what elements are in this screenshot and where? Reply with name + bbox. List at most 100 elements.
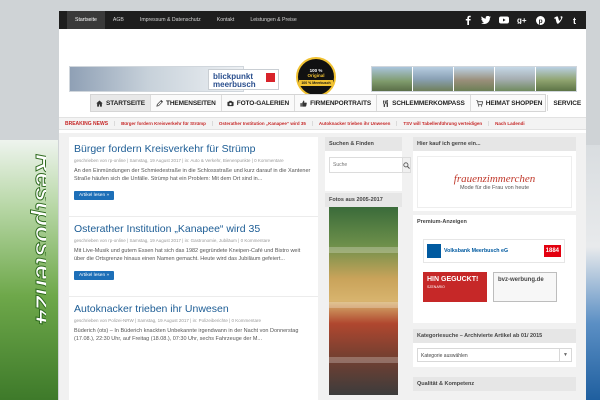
- top-bar: Startseite AGB Impressum & Datenschutz K…: [59, 11, 586, 29]
- topnav-leistungen[interactable]: Leistungen & Preise: [242, 11, 304, 29]
- category-select[interactable]: Kategorie auswählen: [417, 348, 560, 362]
- read-more-button[interactable]: Artikel lesen »: [74, 271, 115, 280]
- ad-brand: frauenzimmerchen: [453, 173, 536, 185]
- article-excerpt: An den Einmündungen der Schmiedestraße i…: [74, 168, 311, 182]
- volksbank-name: Volksbank Meerbusch eG: [444, 248, 509, 254]
- shopping-widget-title: Hier kauf ich gerne ein...: [413, 137, 576, 151]
- article-excerpt: Büderich (ots) – In Büderich knackten Un…: [74, 328, 299, 342]
- original-seal: 100 % Original 100 % Meerbusch: [296, 57, 336, 97]
- hingeguckt-text: HIN GEGUCKT!: [427, 276, 479, 283]
- skin-ad-left-text: Restposten24: [30, 154, 47, 326]
- vimeo-icon[interactable]: [552, 14, 564, 26]
- breaking-news-ticker: BREAKING NEWS Bürger fordern Kreisverkeh…: [59, 117, 586, 130]
- facebook-icon[interactable]: [462, 14, 474, 26]
- photo-detail: [329, 247, 398, 253]
- article-title[interactable]: Bürger fordern Kreisverkehr für Strümp: [74, 143, 312, 155]
- thumbs-up-icon: [300, 99, 307, 107]
- breaking-item[interactable]: TSV will Tabellenführung verteidigen: [396, 121, 488, 126]
- photo-detail: [329, 302, 398, 308]
- nav-label: Foto-Galerien: [236, 99, 290, 107]
- frauenzimmerchen-ad[interactable]: frauenzimmerchen Mode für die Frau von h…: [417, 156, 572, 208]
- header-photo-1: [372, 67, 412, 91]
- nav-service[interactable]: Service: [548, 95, 586, 111]
- nav-foto-galerien[interactable]: Foto-Galerien: [222, 95, 296, 111]
- skin-ad-right[interactable]: [586, 145, 600, 400]
- sidebar-middle: Suchen & Finden Fotos aus 2005-2017: [325, 137, 411, 400]
- cart-icon: [476, 99, 483, 106]
- article-meta: geschrieben von Polizei-NRW | Samstag, 1…: [74, 318, 262, 323]
- photo-gallery-title: Fotos aus 2005-2017: [325, 193, 402, 207]
- article-card: Autoknacker trieben ihr Unwesen geschrie…: [69, 297, 318, 377]
- seal-ribbon: 100 % Meerbusch: [299, 80, 333, 86]
- article-meta: geschrieben von rp-online | Samstag, 19 …: [74, 238, 271, 243]
- content-area: Bürger fordern Kreisverkehr für Strümp g…: [59, 133, 586, 400]
- topnav-kontakt[interactable]: Kontakt: [209, 11, 243, 29]
- site-logo[interactable]: blickpunkt meerbusch: [208, 69, 279, 90]
- googleplus-icon[interactable]: g+: [516, 14, 528, 26]
- nav-startseite[interactable]: Startseite: [91, 95, 151, 111]
- article-card: Osterather Institution „Kanapee“ wird 35…: [69, 217, 318, 297]
- header-banner-left[interactable]: blickpunkt meerbusch: [69, 66, 279, 92]
- article-title[interactable]: Osterather Institution „Kanapee“ wird 35: [74, 223, 312, 235]
- home-icon: [96, 99, 103, 107]
- logo-line2: meerbusch: [213, 80, 256, 89]
- photo-detail: [329, 357, 398, 363]
- breaking-item[interactable]: Autoknacker trieben ihr Unwesen: [311, 121, 397, 126]
- site-container: Startseite AGB Impressum & Datenschutz K…: [59, 11, 586, 400]
- sidebar-right: Hier kauf ich gerne ein... frauenzimmerc…: [413, 137, 576, 400]
- twitter-icon[interactable]: [480, 14, 492, 26]
- social-links: g+ p t: [462, 14, 582, 26]
- tumblr-icon[interactable]: t: [570, 14, 582, 26]
- top-nav: Startseite AGB Impressum & Datenschutz K…: [67, 11, 305, 29]
- chevron-down-icon[interactable]: ▼: [560, 348, 572, 362]
- ad-tagline: Mode für die Frau von heute: [459, 185, 530, 191]
- topnav-impressum[interactable]: Impressum & Datenschutz: [132, 11, 209, 29]
- youtube-icon[interactable]: [498, 14, 510, 26]
- svg-text:t: t: [573, 16, 576, 25]
- nav-themenseiten[interactable]: Themenseiten: [151, 95, 222, 111]
- volksbank-logo: [427, 244, 441, 258]
- premium-ads-title: Premium-Anzeigen: [413, 215, 576, 229]
- read-more-button[interactable]: Artikel lesen »: [74, 191, 115, 200]
- topnav-agb[interactable]: AGB: [105, 11, 132, 29]
- hingeguckt-ad[interactable]: HIN GEGUCKT! SZENARIO: [423, 272, 487, 302]
- breaking-item[interactable]: Bürger fordern Kreisverkehr für Strümp: [114, 121, 212, 126]
- cutlery-icon: [383, 99, 389, 107]
- nav-label: Themenseiten: [165, 99, 216, 107]
- article-title[interactable]: Autoknacker trieben ihr Unwesen: [74, 303, 312, 315]
- shopping-widget: frauenzimmerchen Mode für die Frau von h…: [413, 151, 576, 211]
- bvz-text: bvz-werbung.de: [498, 277, 544, 283]
- header-photo-5: [536, 67, 576, 91]
- search-input[interactable]: [329, 157, 403, 173]
- seal-mid-text: Original: [307, 73, 325, 78]
- nav-label: Service: [553, 99, 582, 107]
- breaking-item[interactable]: Osterather Institution „Kanapee“ wird 35: [211, 121, 312, 126]
- premium-ads-widget: Premium-Anzeigen Volksbank Meerbusch eG …: [413, 215, 576, 323]
- breaking-label: BREAKING NEWS: [65, 120, 109, 127]
- bvz-ad[interactable]: bvz-werbung.de: [493, 272, 557, 302]
- breaking-item[interactable]: Nach Ladendi: [488, 121, 531, 126]
- nav-label: Firmenportraits: [310, 99, 372, 107]
- nav-label: Schlemmerkompass: [392, 99, 465, 107]
- nav-label: Startseite: [106, 99, 145, 107]
- nav-firmenportraits[interactable]: Firmenportraits: [295, 95, 378, 111]
- nav-schlemmerkompass[interactable]: Schlemmerkompass: [377, 95, 471, 111]
- volksbank-year: 1884: [543, 245, 561, 257]
- search-widget: [325, 151, 411, 191]
- article-meta: geschrieben von rp-online | Samstag, 19 …: [74, 158, 284, 163]
- camera-icon: [227, 100, 234, 106]
- skin-ad-left[interactable]: Restposten24: [0, 140, 58, 400]
- search-button[interactable]: [403, 157, 411, 173]
- pinterest-icon[interactable]: p: [534, 14, 546, 26]
- topnav-startseite[interactable]: Startseite: [67, 11, 105, 29]
- skin-ad-brand-text: Restposten24: [30, 154, 46, 325]
- header-photo-2: [413, 67, 453, 91]
- svg-text:g+: g+: [517, 16, 527, 24]
- nav-heimat-shoppen[interactable]: Heimat shoppen: [471, 95, 549, 111]
- search-icon: [403, 161, 410, 169]
- main-nav: Startseite Themenseiten Foto-Galerien Fi…: [90, 94, 581, 112]
- svg-text:p: p: [538, 18, 542, 25]
- header-photo-4: [495, 67, 535, 91]
- photo-gallery-image[interactable]: [329, 207, 398, 395]
- volksbank-ad[interactable]: Volksbank Meerbusch eG 1884: [423, 239, 565, 263]
